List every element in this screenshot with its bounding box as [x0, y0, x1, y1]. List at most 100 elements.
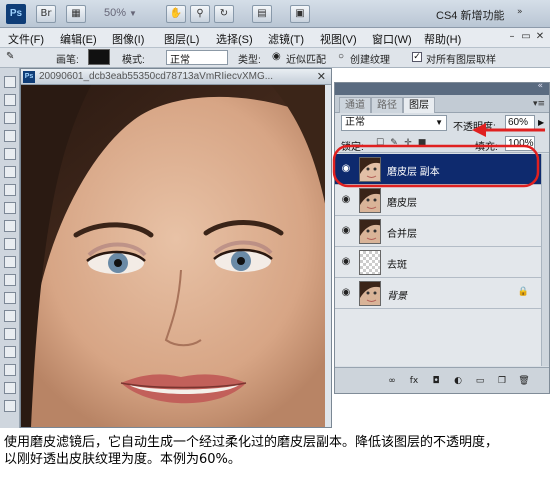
- view-extras-icon[interactable]: ▦: [66, 5, 86, 23]
- menu-image[interactable]: 图像(I): [112, 31, 144, 47]
- layer-row[interactable]: ◉ 磨皮层 副本: [335, 154, 541, 185]
- image-canvas[interactable]: [21, 85, 331, 427]
- visibility-eye-icon[interactable]: ◉: [339, 193, 353, 207]
- create-texture-label: 创建纹理: [350, 55, 390, 66]
- fill-input[interactable]: 100%: [505, 136, 535, 151]
- layer-row[interactable]: ◉ 背景 🔒: [335, 278, 541, 309]
- visibility-eye-icon[interactable]: ◉: [339, 255, 353, 269]
- lock-position-icon[interactable]: ✛: [403, 138, 413, 148]
- gradient-tool-icon[interactable]: [4, 274, 16, 286]
- menu-select[interactable]: 选择(S): [216, 31, 253, 47]
- lock-image-icon[interactable]: ✎: [389, 138, 399, 148]
- new-group-icon[interactable]: ▭: [473, 374, 487, 388]
- layer-row[interactable]: ◉ 去斑: [335, 247, 541, 278]
- eraser-tool-icon[interactable]: [4, 256, 16, 268]
- hand-tool-icon[interactable]: ✋: [166, 5, 186, 23]
- sample-all-layers-label: 对所有图层取样: [426, 55, 496, 66]
- layer-thumbnail: [359, 188, 381, 213]
- hand-tool-strip-icon[interactable]: [4, 400, 16, 412]
- link-layers-icon[interactable]: ∞: [385, 374, 399, 388]
- workspace-switcher[interactable]: CS4 新增功能: [436, 7, 504, 23]
- menu-window[interactable]: 窗口(W): [372, 31, 412, 47]
- minimize-icon[interactable]: –: [506, 31, 518, 43]
- layers-scrollbar[interactable]: [541, 154, 549, 366]
- delete-layer-icon[interactable]: 🗑: [517, 374, 531, 388]
- layers-list: ◉ 磨皮层 副本 ◉ 磨皮层 ◉ 合并层 ◉ 去斑 ◉ 背景 🔒: [335, 154, 541, 366]
- caption-line-1: 使用磨皮滤镜后，它自动生成一个经过柔化过的磨皮层副本。降低该图层的不透明度，: [4, 435, 499, 450]
- dodge-tool-icon[interactable]: [4, 292, 16, 304]
- layer-lock-icon: 🔒: [517, 287, 529, 297]
- bridge-icon[interactable]: Br: [36, 5, 56, 23]
- type-tool-icon[interactable]: [4, 328, 16, 340]
- shape-tool-icon[interactable]: [4, 364, 16, 376]
- opacity-slider-icon[interactable]: ▶: [538, 118, 544, 127]
- menu-view[interactable]: 视图(V): [320, 31, 357, 47]
- layer-mask-icon[interactable]: ◘: [429, 374, 443, 388]
- sample-all-layers-checkbox[interactable]: ✓: [412, 52, 422, 62]
- brush-preset-picker[interactable]: [88, 49, 110, 65]
- blend-mode-select[interactable]: 正常 ▼: [341, 115, 447, 131]
- adjustment-layer-icon[interactable]: ◐: [451, 374, 465, 388]
- brush-tool-icon[interactable]: [4, 202, 16, 214]
- tab-channels[interactable]: 通道: [339, 97, 371, 113]
- lasso-tool-icon[interactable]: [4, 112, 16, 124]
- document-close-icon[interactable]: ✕: [317, 70, 326, 83]
- layer-name: 磨皮层: [387, 198, 417, 209]
- document-scrollbar[interactable]: [325, 85, 331, 427]
- layer-style-icon[interactable]: fx: [407, 374, 421, 388]
- visibility-eye-icon[interactable]: ◉: [339, 162, 353, 176]
- zoom-tool-icon[interactable]: ⚲: [190, 5, 210, 23]
- tutorial-caption: 使用磨皮滤镜后，它自动生成一个经过柔化过的磨皮层副本。降低该图层的不透明度， 以…: [4, 434, 546, 468]
- menu-help[interactable]: 帮助(H): [424, 31, 461, 47]
- path-select-tool-icon[interactable]: [4, 346, 16, 358]
- mode-label: 模式:: [122, 55, 145, 66]
- history-brush-tool-icon[interactable]: [4, 238, 16, 250]
- healing-brush-icon[interactable]: ✎: [6, 51, 14, 62]
- create-texture-radio-icon[interactable]: ○: [338, 51, 344, 62]
- menu-filter[interactable]: 滤镜(T): [268, 31, 304, 47]
- panel-menu-icon[interactable]: ▾≡: [533, 99, 545, 109]
- healing-tool-icon[interactable]: [4, 184, 16, 196]
- mode-select[interactable]: 正常: [166, 50, 228, 66]
- layer-row[interactable]: ◉ 合并层: [335, 216, 541, 247]
- caption-line-2: 以刚好透出皮肤纹理为度。本例为60%。: [4, 452, 241, 467]
- tab-layers[interactable]: 图层: [403, 97, 435, 113]
- tool-options-bar: ✎ 画笔: 模式: 正常 类型: ◉ 近似匹配 ○ 创建纹理 ✓ 对所有图层取样: [0, 48, 550, 68]
- proximity-radio-icon[interactable]: ◉: [272, 51, 281, 62]
- new-layer-icon[interactable]: ❐: [495, 374, 509, 388]
- lock-transparent-icon[interactable]: ☐: [375, 138, 385, 148]
- blend-opacity-row: 正常 ▼ 不透明度: 60% ▶: [335, 113, 549, 135]
- lock-all-icon[interactable]: ■: [417, 138, 427, 148]
- portrait-photo: [21, 85, 331, 427]
- photoshop-logo: Ps: [6, 4, 26, 24]
- layer-thumbnail: [359, 281, 381, 306]
- zoom-level[interactable]: 50% ▼: [104, 7, 137, 19]
- workspace-menu-icon[interactable]: »: [517, 7, 523, 17]
- arrange-documents-icon[interactable]: ▤: [252, 5, 272, 23]
- menu-edit[interactable]: 编辑(E): [60, 31, 97, 47]
- restore-icon[interactable]: ▭: [520, 31, 532, 43]
- document-tab[interactable]: Ps 20090601_dcb3eab55350cd78713aVmRIiecv…: [21, 69, 331, 85]
- 3d-tool-icon[interactable]: [4, 382, 16, 394]
- marquee-tool-icon[interactable]: [4, 94, 16, 106]
- pen-tool-icon[interactable]: [4, 310, 16, 322]
- lock-label: 锁定:: [341, 142, 364, 153]
- opacity-input[interactable]: 60%: [505, 115, 535, 131]
- screen-mode-icon[interactable]: ▣: [290, 5, 310, 23]
- stamp-tool-icon[interactable]: [4, 220, 16, 232]
- menu-layer[interactable]: 图层(L): [164, 31, 199, 47]
- crop-tool-icon[interactable]: [4, 148, 16, 160]
- visibility-eye-icon[interactable]: ◉: [339, 286, 353, 300]
- panel-header-strip[interactable]: «: [335, 81, 549, 95]
- collapse-icon[interactable]: «: [537, 81, 543, 91]
- close-icon[interactable]: ✕: [534, 31, 546, 43]
- move-tool-icon[interactable]: [4, 76, 16, 88]
- fill-label: 填充:: [475, 142, 498, 153]
- rotate-view-icon[interactable]: ↻: [214, 5, 234, 23]
- tab-paths[interactable]: 路径: [371, 97, 403, 113]
- eyedropper-tool-icon[interactable]: [4, 166, 16, 178]
- visibility-eye-icon[interactable]: ◉: [339, 224, 353, 238]
- menu-file[interactable]: 文件(F): [8, 31, 44, 47]
- layer-row[interactable]: ◉ 磨皮层: [335, 185, 541, 216]
- magic-wand-tool-icon[interactable]: [4, 130, 16, 142]
